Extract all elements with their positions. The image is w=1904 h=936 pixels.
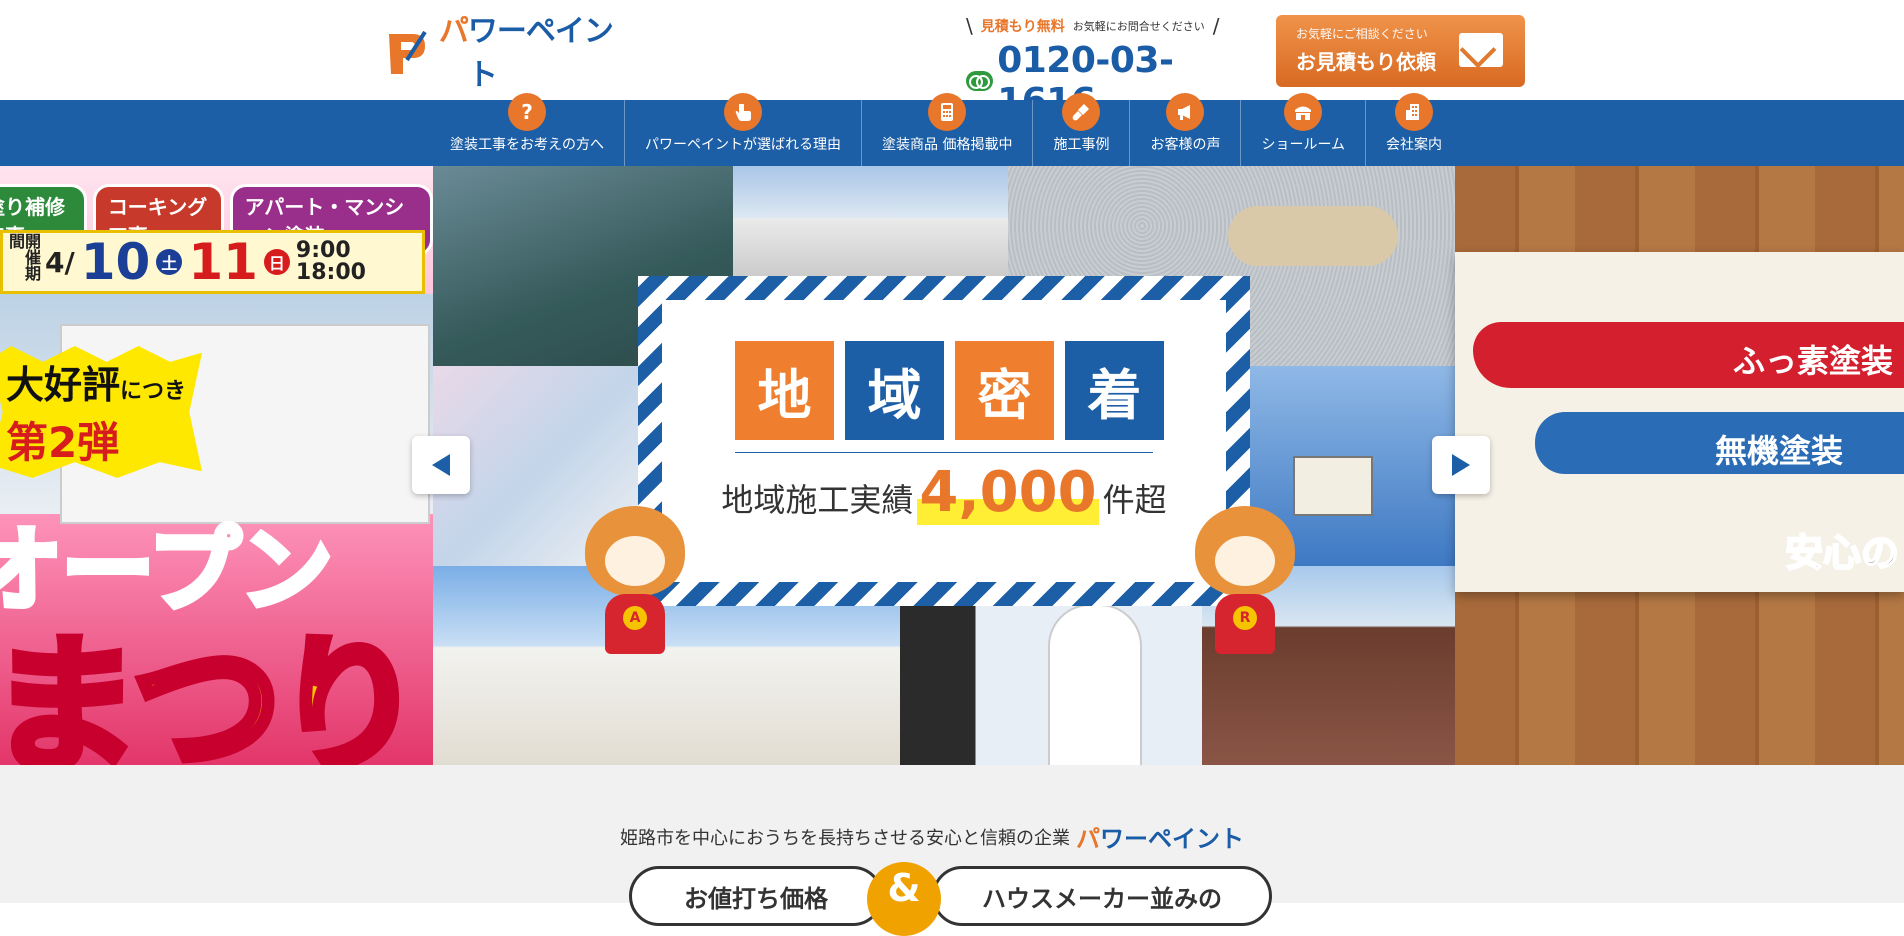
- mascot-face: [1215, 536, 1275, 586]
- inorganic-paint-label: 無機塗装: [1715, 432, 1844, 470]
- nav-item-cases[interactable]: 施工事例: [1032, 93, 1129, 166]
- ampersand-badge: &: [867, 862, 941, 936]
- hero-slider: 塗り補修工事 コーキング工事 アパート・マンション塗装 開催期間 4/ 10 土…: [0, 166, 1904, 765]
- slide-open-festival[interactable]: 塗り補修工事 コーキング工事 アパート・マンション塗装 開催期間 4/ 10 土…: [0, 166, 433, 765]
- logo-wordmark-a: パ: [438, 14, 469, 49]
- track-record-prefix: 地域施工実績: [721, 481, 914, 519]
- contact-block: \ 見積もり無料 お気軽にお問合せください / 0120-03-1616: [966, 16, 1246, 122]
- event-date-bar: 開催期間 4/ 10 土 11 日 9:00 18:00: [0, 230, 425, 294]
- mascot-badge: A: [623, 606, 647, 630]
- nav-item-label: お客様の声: [1150, 137, 1221, 153]
- kanji-row: 地 域 密 着: [735, 341, 1164, 440]
- paint-brush-icon: [1062, 93, 1101, 131]
- mascot-badge: R: [1233, 606, 1257, 630]
- nav-item-label: パワーペイントが選ばれる理由: [645, 137, 841, 153]
- freedial-icon: [966, 71, 994, 91]
- site-logo[interactable]: パワーペイント: [383, 14, 633, 93]
- staff-person: [1050, 606, 1140, 765]
- inorganic-paint-stroke: 無機塗装: [1535, 412, 1904, 474]
- track-record-number: 4,000: [917, 460, 1099, 525]
- intro-section: 姫路市を中心におうちを長持ちさせる安心と信頼の企業 パワーペイント お値打ち価格…: [0, 765, 1904, 936]
- inquiry-label: お気軽にお問合せください: [1072, 20, 1205, 33]
- burst-line-2: 第2弾: [6, 418, 120, 467]
- nav-item-for-customers[interactable]: ? 塗装工事をお考えの方へ: [430, 93, 624, 166]
- nav-item-company[interactable]: 会社案内: [1365, 93, 1462, 166]
- showroom-icon: [1284, 93, 1323, 131]
- nav-item-label: 塗装商品 価格掲載中: [882, 137, 1013, 153]
- contact-tagline: \ 見積もり無料 お気軽にお問合せください /: [966, 16, 1246, 36]
- festival-headline: まつり: [0, 617, 428, 765]
- estimate-request-button[interactable]: お気軽にご相談ください お見積もり依頼: [1276, 15, 1525, 87]
- event-dow-1: 土: [156, 249, 183, 275]
- pill-label: ハウスメーカー並みの: [982, 885, 1222, 913]
- kanji-tile: 着: [1065, 341, 1164, 440]
- logo-mark-icon: [383, 22, 431, 78]
- building-icon: [1395, 93, 1434, 131]
- slash-left-icon: \: [966, 14, 973, 38]
- logo-wordmark-b: ワーペイント: [467, 14, 614, 93]
- value-pill-price: お値打ち価格: [629, 866, 883, 926]
- intro-tagline: 姫路市を中心におうちを長持ちさせる安心と信頼の企業 パワーペイント: [620, 819, 1244, 854]
- nav-item-reasons[interactable]: パワーペイントが選ばれる理由: [624, 93, 861, 166]
- slider-prev-button[interactable]: [412, 436, 470, 494]
- nav-item-label: 塗装工事をお考えの方へ: [450, 137, 604, 153]
- nav-list: ? 塗装工事をお考えの方へ パワーペイントが選ばれる理由 塗装商品 価格掲載中 …: [430, 93, 1462, 166]
- reassurance-text: 安心の: [1784, 530, 1900, 576]
- paint-roller: [1228, 206, 1398, 266]
- site-header: パワーペイント \ 見積もり無料 お気軽にお問合せください / 0120-03-…: [0, 0, 1904, 122]
- intro-logo-a: パ: [1076, 825, 1100, 853]
- nav-item-label: ショールーム: [1261, 137, 1346, 153]
- question-icon: ?: [508, 93, 546, 131]
- burst-line-1: 大好評: [6, 363, 121, 407]
- intro-logo: パワーペイント: [1076, 819, 1244, 854]
- event-month: 4/: [45, 245, 75, 279]
- kanji-tile: 地: [735, 341, 834, 440]
- fluorine-paint-label: ふっ素塗装: [1733, 342, 1894, 380]
- slider-next-button[interactable]: [1432, 436, 1490, 494]
- period-label: 開催期間: [6, 233, 41, 281]
- track-record: 地域施工実績 4,000 件超: [662, 460, 1226, 525]
- mascot-dog-left: A: [575, 506, 695, 666]
- card-divider: [735, 452, 1153, 453]
- burst-line-1-small: につき: [120, 379, 187, 404]
- kanji-tile: 密: [955, 341, 1054, 440]
- intro-logo-b: ワーペイント: [1100, 825, 1244, 853]
- mascot-dog-right: R: [1185, 506, 1305, 666]
- popular-burst: 大好評につき 第2弾: [0, 346, 203, 478]
- event-day-1: 10: [80, 233, 151, 291]
- mail-icon: [1459, 33, 1503, 67]
- fluorine-paint-stroke: ふっ素塗装: [1473, 322, 1904, 388]
- slide-community[interactable]: 地 域 密 着 地域施工実績 4,000 件超 A R: [433, 166, 1455, 765]
- nav-item-label: 施工事例: [1053, 137, 1110, 153]
- intro-tagline-text: 姫路市を中心におうちを長持ちさせる安心と信頼の企業: [620, 827, 1070, 849]
- nav-item-pricing[interactable]: 塗装商品 価格掲載中: [861, 93, 1032, 166]
- free-estimate-label: 見積もり無料: [980, 19, 1065, 35]
- megaphone-icon: [1166, 93, 1205, 131]
- pointer-hand-icon: [724, 93, 762, 131]
- kanji-tile: 域: [845, 341, 944, 440]
- wood-plank: ふっ素塗装 無機塗装 安心の: [1455, 252, 1904, 592]
- community-card: 地 域 密 着 地域施工実績 4,000 件超: [638, 276, 1250, 606]
- nav-item-label: 会社案内: [1386, 137, 1443, 153]
- global-nav: ? 塗装工事をお考えの方へ パワーペイントが選ばれる理由 塗装商品 価格掲載中 …: [0, 93, 1904, 166]
- mascot-face: [605, 536, 665, 586]
- slash-right-icon: /: [1212, 14, 1220, 38]
- event-dow-2: 日: [263, 249, 290, 275]
- event-day-2: 11: [188, 233, 258, 291]
- nav-item-voices[interactable]: お客様の声: [1129, 93, 1240, 166]
- slide-paint-types[interactable]: ふっ素塗装 無機塗装 安心の: [1455, 166, 1904, 765]
- office-building-photo: [733, 166, 1008, 281]
- calculator-icon: [928, 93, 967, 131]
- chevron-right-icon: [1452, 454, 1470, 476]
- logo-wordmark: パワーペイント: [439, 6, 633, 94]
- community-card-inner: 地 域 密 着 地域施工実績 4,000 件超: [662, 300, 1226, 582]
- chevron-left-icon: [432, 454, 450, 476]
- value-pill-quality: ハウスメーカー並みの: [932, 866, 1272, 926]
- event-time: 9:00 18:00: [295, 238, 366, 285]
- house-model: [1293, 456, 1373, 516]
- track-record-suffix: 件超: [1102, 481, 1167, 519]
- pill-label: お値打ち価格: [684, 885, 828, 913]
- nav-item-showroom[interactable]: ショールーム: [1240, 93, 1365, 166]
